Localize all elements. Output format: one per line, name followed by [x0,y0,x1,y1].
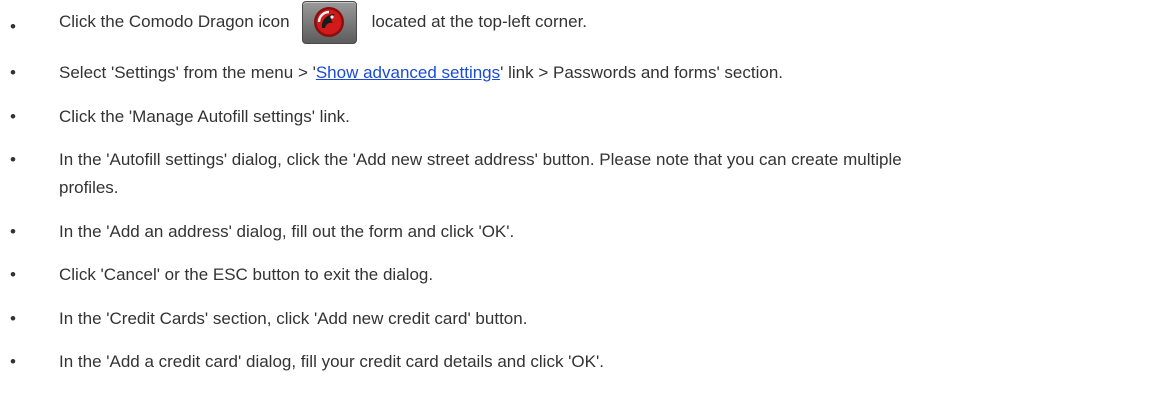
dragon-logo-icon [313,7,344,38]
bullet: • [10,17,16,36]
bullet: • [10,63,16,82]
list-item: • In the 'Add an address' dialog, fill o… [0,219,1149,244]
list-item: • In the 'Credit Cards' section, click '… [0,306,1149,331]
step-4-line-2: profiles. [59,178,119,197]
show-advanced-settings-link[interactable]: Show advanced settings [316,63,500,82]
step-1-text: Click the Comodo Dragon icon located at … [59,0,1099,45]
step-5-text: In the 'Add an address' dialog, fill out… [59,222,515,241]
list-item: • Click 'Cancel' or the ESC button to ex… [0,262,1149,287]
step-2-before: Select 'Settings' from the menu > ' [59,63,316,82]
comodo-dragon-icon[interactable] [301,1,357,45]
step-8-text: In the 'Add a credit card' dialog, fill … [59,352,604,371]
list-item: • In the 'Autofill settings' dialog, cli… [0,147,1149,201]
bullet: • [10,150,16,169]
step-3-text: Click the 'Manage Autofill settings' lin… [59,107,350,126]
step-7-text: In the 'Credit Cards' section, click 'Ad… [59,309,528,328]
step-1-after: located at the top-left corner. [371,12,588,31]
list-item: • Click the 'Manage Autofill settings' l… [0,104,1149,129]
bullet: • [10,309,16,328]
list-item: • Click the Comodo Dragon icon located a… [0,0,1149,50]
step-2-text: Select 'Settings' from the menu > 'Show … [59,60,1099,85]
bullet: • [10,352,16,371]
list-item: • In the 'Add a credit card' dialog, fil… [0,349,1149,374]
step-6-text: Click 'Cancel' or the ESC button to exit… [59,265,434,284]
step-4-line-1: In the 'Autofill settings' dialog, click… [59,150,902,169]
bullet: • [10,222,16,241]
step-1-before: Click the Comodo Dragon icon [59,12,290,31]
list-item: • Select 'Settings' from the menu > 'Sho… [0,60,1149,85]
bullet: • [10,265,16,284]
bullet: • [10,107,16,126]
step-2-after: ' link > Passwords and forms' section. [500,63,783,82]
